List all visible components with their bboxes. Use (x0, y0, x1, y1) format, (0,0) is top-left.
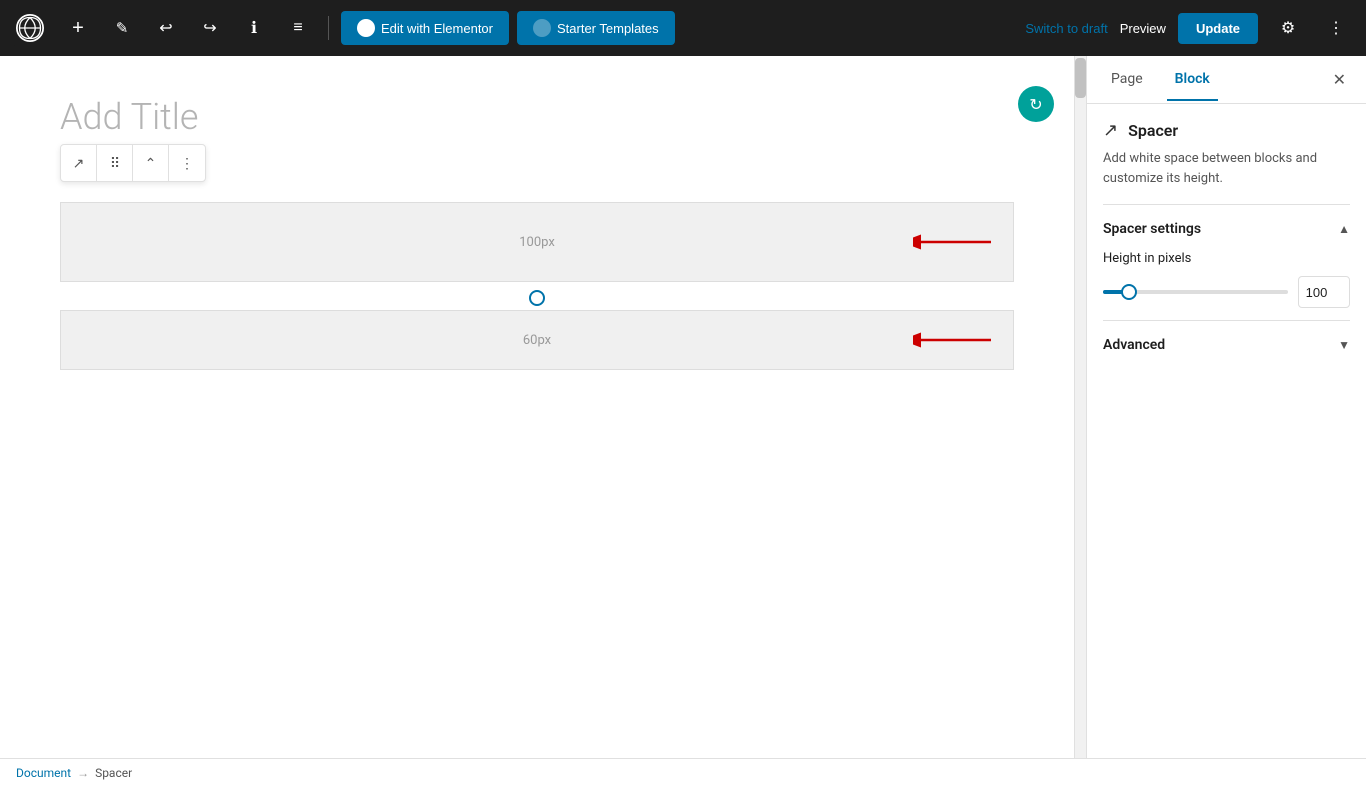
right-panel: Page Block ✕ ↗ Spacer Add white space be… (1086, 56, 1366, 758)
height-slider-row (1103, 276, 1350, 308)
switch-to-draft-button[interactable]: Switch to draft (1025, 21, 1107, 36)
gear-icon: ⚙ (1281, 18, 1295, 38)
breadcrumb-document[interactable]: Document (16, 766, 71, 780)
editor-content: Add Title ↗ ⠿ ⌃ ⋮ (0, 56, 1074, 758)
toolbar-separator-1 (328, 16, 329, 40)
refresh-button[interactable]: ↻ (1018, 86, 1054, 122)
spacer-settings-section: Spacer settings ▲ Height in pixels (1103, 204, 1350, 320)
editor-area[interactable]: Add Title ↗ ⠿ ⌃ ⋮ (0, 56, 1074, 758)
spacer-settings-header[interactable]: Spacer settings ▲ (1103, 217, 1350, 241)
spacer-block-2[interactable]: 60px (60, 310, 1014, 370)
block-header: ↗ Spacer (1103, 120, 1350, 141)
height-value-input[interactable] (1298, 276, 1350, 308)
spacer-1-arrow (913, 232, 993, 252)
height-in-pixels-label: Height in pixels (1103, 251, 1350, 266)
more-options-button[interactable]: ⋮ (1318, 10, 1354, 46)
info-button[interactable]: ℹ (236, 10, 272, 46)
status-bar: Document → Spacer (0, 758, 1366, 786)
spacer-block-1[interactable]: 100px (60, 202, 1014, 282)
more-icon: ⋮ (1328, 18, 1344, 38)
breadcrumb-separator: → (77, 766, 89, 780)
refresh-icon: ↻ (1029, 95, 1042, 114)
toolbar-right-actions: Switch to draft Preview Update ⚙ ⋮ (1025, 10, 1354, 46)
main-area: Add Title ↗ ⠿ ⌃ ⋮ (0, 56, 1366, 758)
block-expand-button[interactable]: ↗ (61, 145, 97, 181)
advanced-title: Advanced (1103, 337, 1165, 353)
chevron-up-icon: ▲ (1338, 222, 1350, 236)
breadcrumb-spacer: Spacer (95, 766, 132, 780)
pencil-icon: ✎ (116, 19, 129, 37)
handle-circle (529, 290, 545, 306)
spacer-block-icon: ↗ (1103, 120, 1118, 141)
wp-logo (12, 10, 48, 46)
info-icon: ℹ (251, 18, 257, 38)
spacer-1-label: 100px (519, 235, 555, 250)
scrollbar-thumb[interactable] (1075, 58, 1086, 98)
list-view-button[interactable]: ≡ (280, 10, 316, 46)
main-toolbar: + ✎ ↩ ↪ ℹ ≡ Edit with Elementor Starter … (0, 0, 1366, 56)
edit-mode-button[interactable]: ✎ (104, 10, 140, 46)
block-description: Add white space between blocks and custo… (1103, 149, 1350, 188)
undo-button[interactable]: ↩ (148, 10, 184, 46)
panel-close-button[interactable]: ✕ (1329, 66, 1350, 94)
spacer-settings-title: Spacer settings (1103, 221, 1201, 237)
list-icon: ≡ (293, 19, 302, 37)
redo-icon: ↪ (203, 18, 216, 38)
starter-templates-button[interactable]: Starter Templates (517, 11, 675, 45)
starter-icon (533, 19, 551, 37)
editor-scrollbar[interactable] (1074, 56, 1086, 758)
block-move-button[interactable]: ⌃ (133, 145, 169, 181)
preview-button[interactable]: Preview (1120, 21, 1166, 36)
slider-thumb[interactable] (1121, 284, 1137, 300)
redo-button[interactable]: ↪ (192, 10, 228, 46)
chevron-down-icon: ▼ (1338, 338, 1350, 352)
tab-block[interactable]: Block (1167, 59, 1218, 101)
update-button[interactable]: Update (1178, 13, 1258, 44)
edit-with-elementor-button[interactable]: Edit with Elementor (341, 11, 509, 45)
drag-icon: ⠿ (110, 155, 119, 172)
block-more-button[interactable]: ⋮ (169, 145, 205, 181)
panel-content: ↗ Spacer Add white space between blocks … (1087, 104, 1366, 758)
close-icon: ✕ (1333, 72, 1346, 89)
spacer-resize-handle[interactable] (60, 290, 1014, 306)
undo-icon: ↩ (159, 18, 172, 38)
advanced-section: Advanced ▼ (1103, 320, 1350, 369)
height-slider-container[interactable] (1103, 282, 1288, 302)
tab-page[interactable]: Page (1103, 59, 1151, 101)
chevron-down-icon: ⌃ (145, 155, 157, 172)
spacer-2-arrow (913, 330, 993, 350)
page-title-area[interactable]: Add Title ↗ ⠿ ⌃ ⋮ (60, 96, 1014, 182)
block-drag-button[interactable]: ⠿ (97, 145, 133, 181)
add-block-button[interactable]: + (60, 10, 96, 46)
page-title-placeholder[interactable]: Add Title (60, 96, 1014, 138)
block-title: Spacer (1128, 121, 1178, 140)
settings-button[interactable]: ⚙ (1270, 10, 1306, 46)
block-more-icon: ⋮ (180, 155, 194, 172)
spacer-2-label: 60px (523, 333, 551, 348)
refresh-icon-area: ↻ (1018, 86, 1054, 122)
expand-icon: ↗ (73, 155, 85, 172)
block-toolbar: ↗ ⠿ ⌃ ⋮ (60, 144, 206, 182)
advanced-section-header[interactable]: Advanced ▼ (1103, 333, 1350, 357)
panel-tabs: Page Block ✕ (1087, 56, 1366, 104)
elementor-icon (357, 19, 375, 37)
